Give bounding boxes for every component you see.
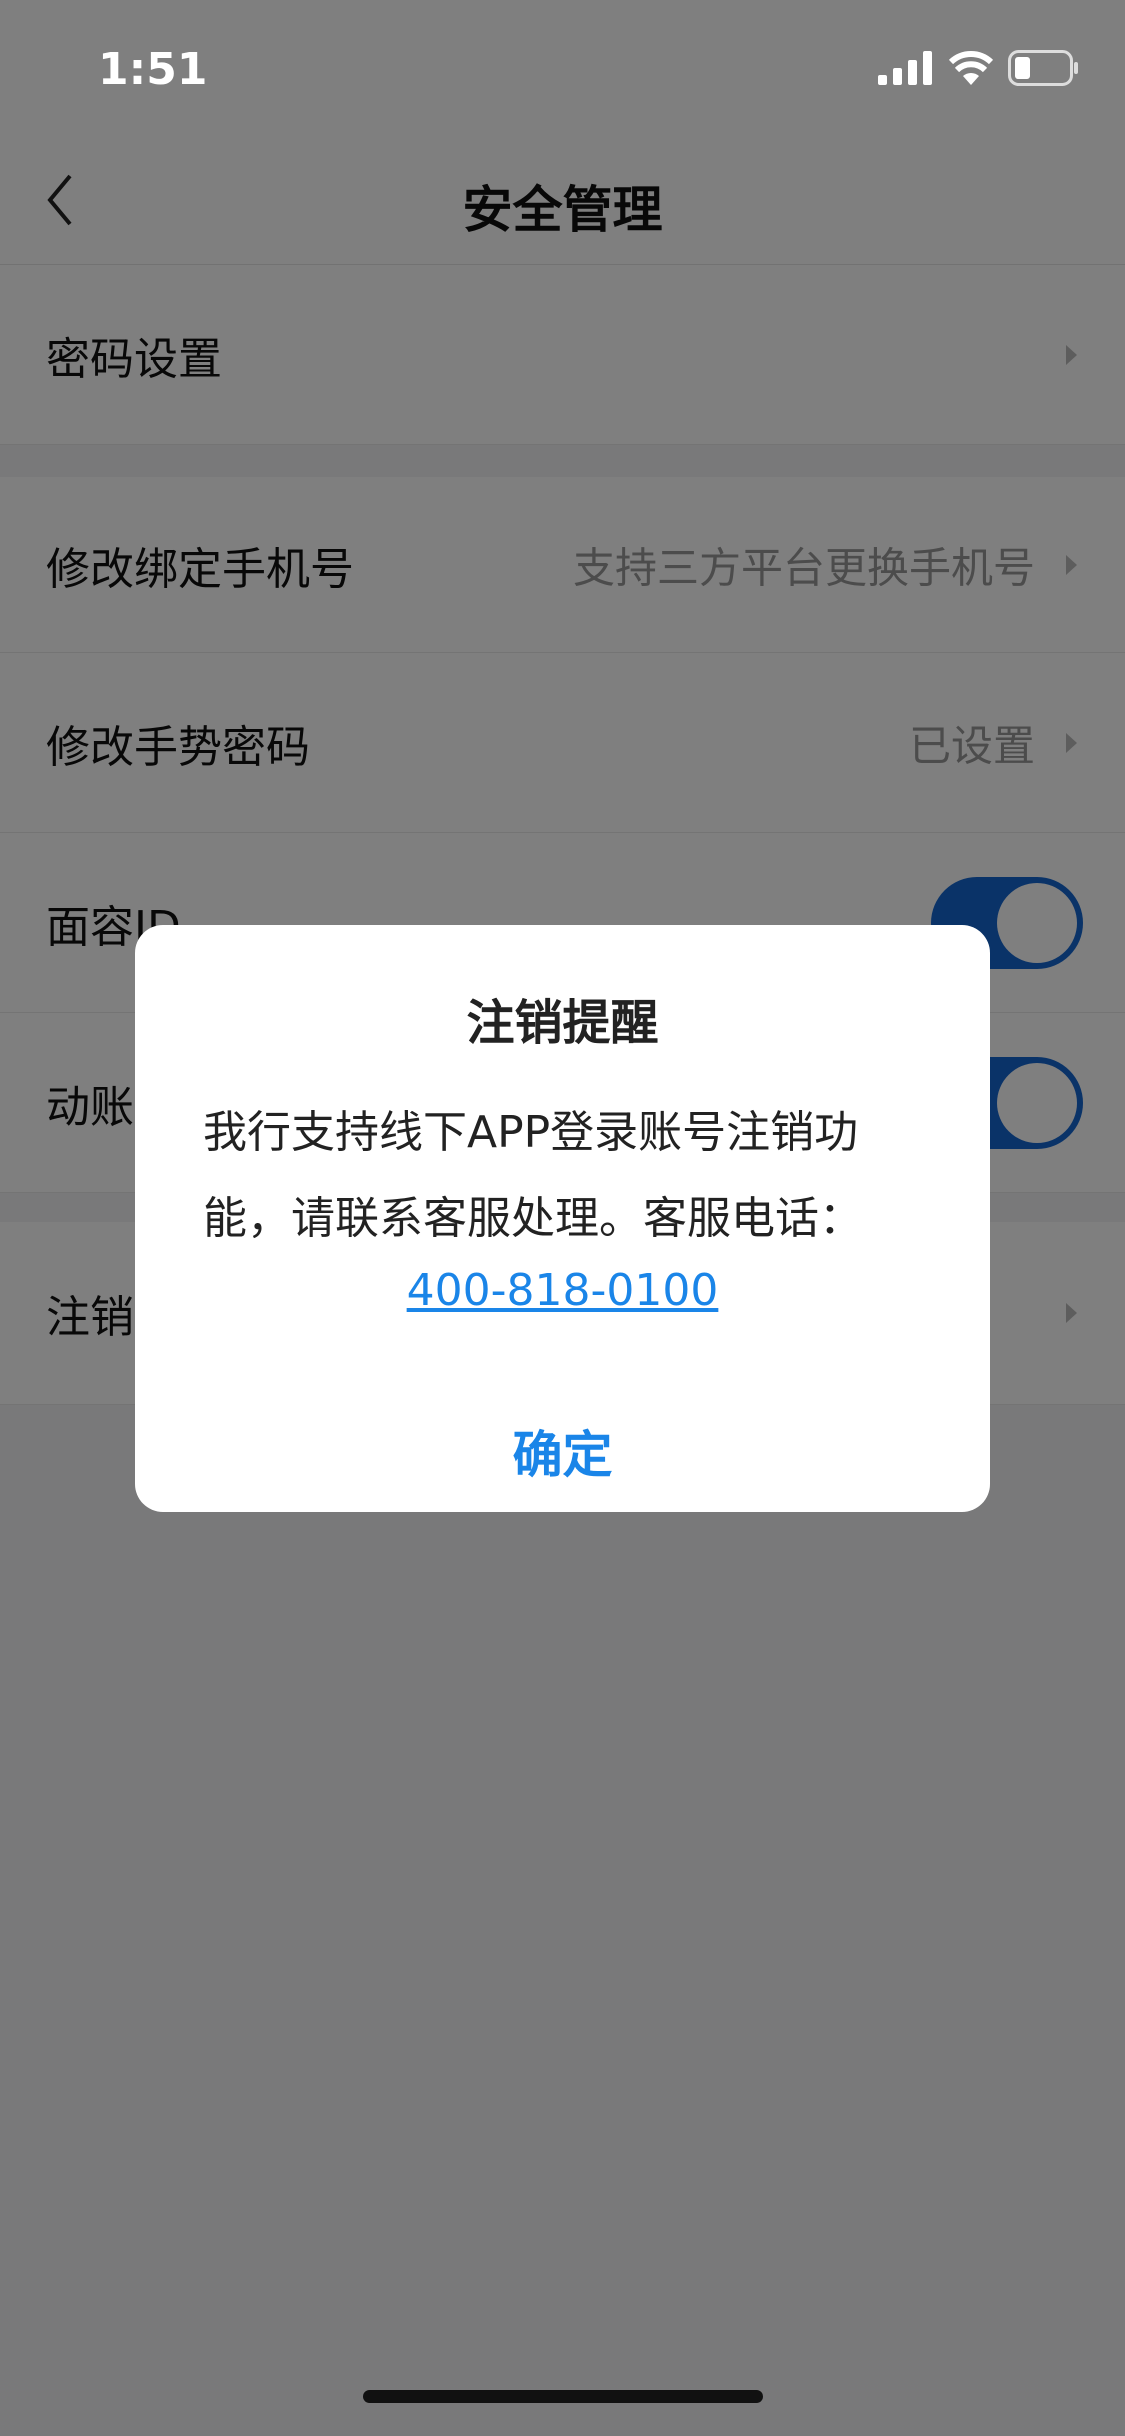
home-indicator[interactable] (363, 2390, 763, 2403)
battery-icon (1008, 50, 1078, 86)
cancel-reminder-dialog: 注销提醒 我行支持线下APP登录账号注销功能，请联系客服处理。客服电话： 400… (135, 925, 990, 1512)
signal-icon (878, 51, 932, 85)
dialog-title: 注销提醒 (466, 995, 659, 1051)
phone-link[interactable]: 400-818-0100 (135, 1265, 990, 1316)
dialog-message: 我行支持线下APP登录账号注销功能，请联系客服处理。客服电话： (203, 1107, 863, 1244)
confirm-button[interactable]: 确定 (135, 1415, 990, 1487)
wifi-icon (948, 51, 994, 85)
status-time: 1:51 (98, 44, 208, 95)
status-icons (878, 50, 1080, 86)
